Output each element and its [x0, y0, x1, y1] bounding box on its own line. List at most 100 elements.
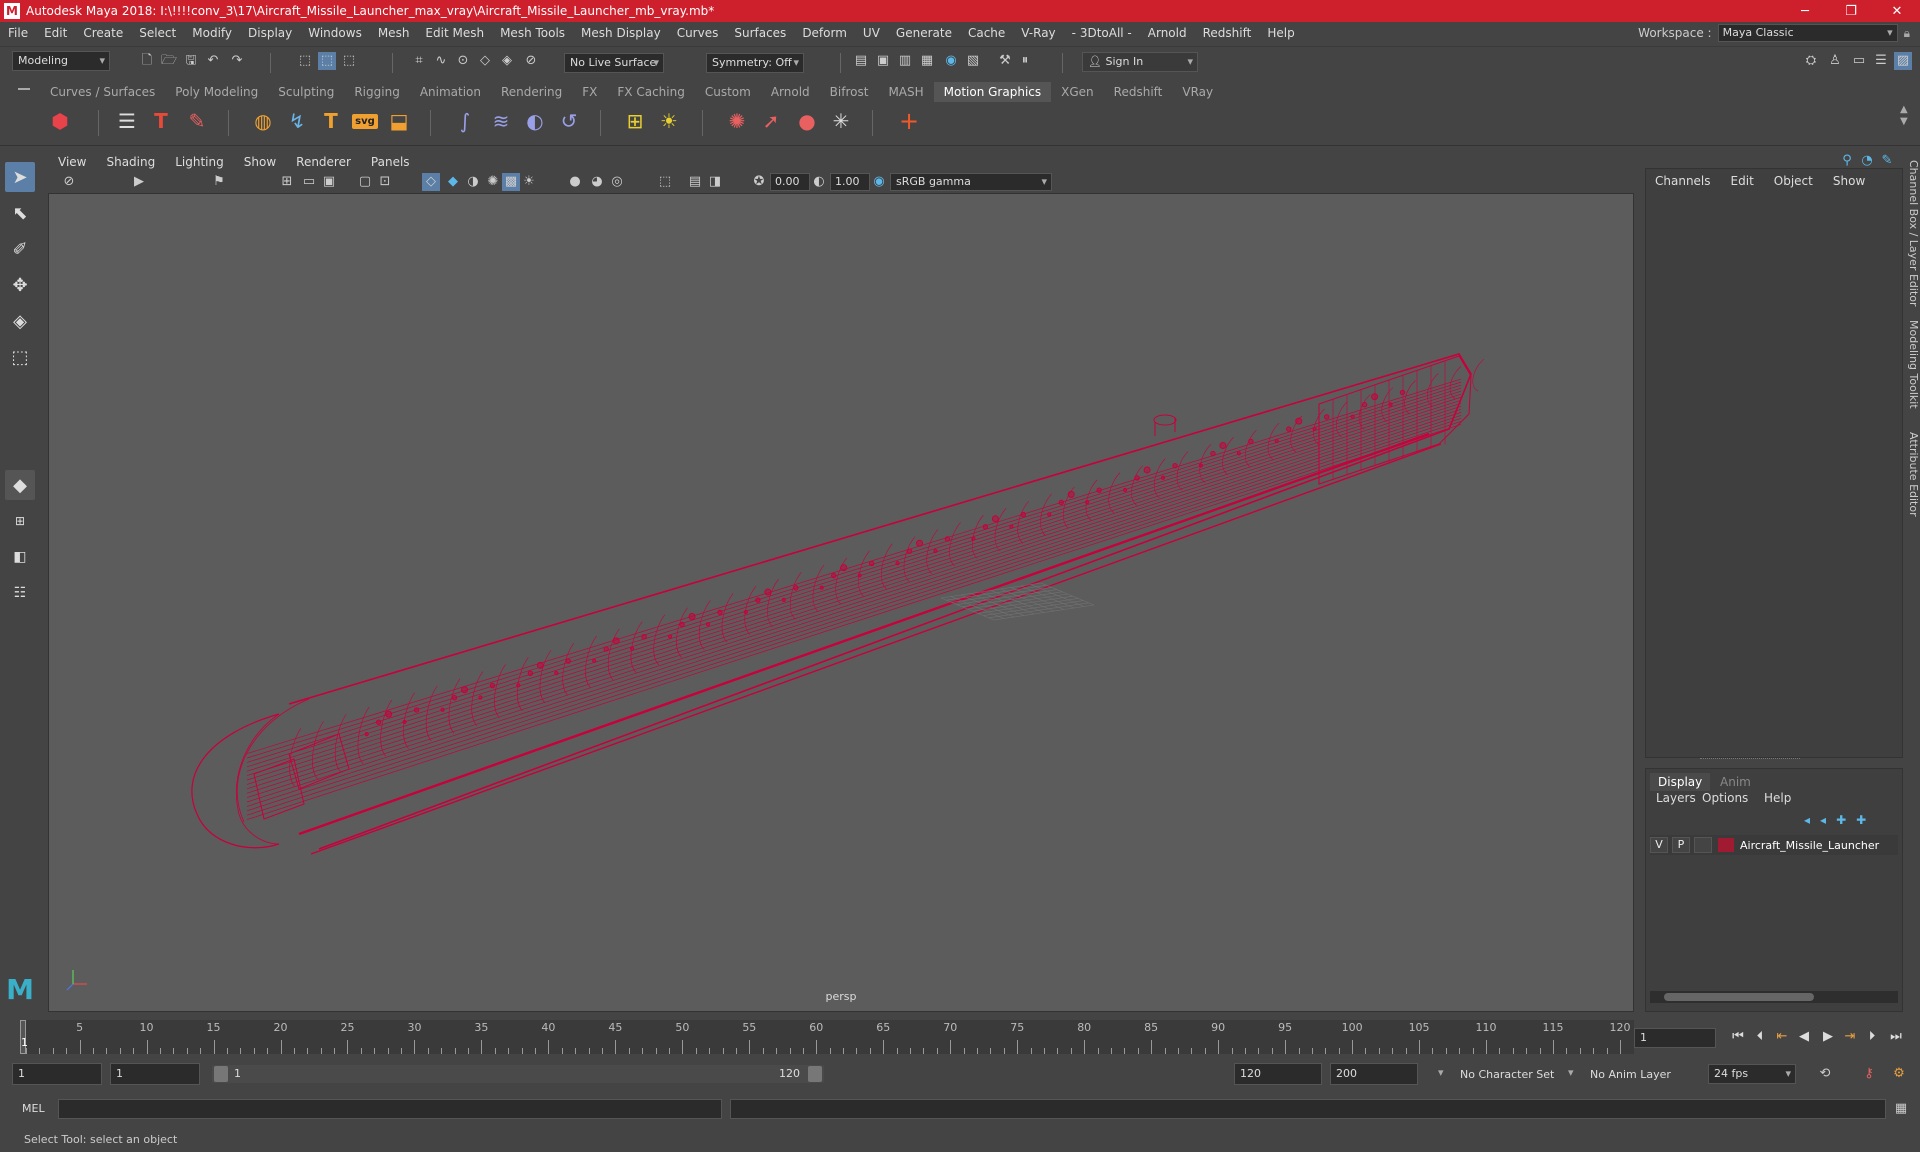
snap-plane-icon[interactable]: ◈	[498, 52, 516, 70]
menu-mesh[interactable]: Mesh	[370, 26, 418, 40]
channel-menu-object[interactable]: Object	[1764, 172, 1823, 190]
vray-ipr-icon[interactable]: ⚒	[996, 52, 1014, 70]
layer-scrollbar-thumb[interactable]	[1664, 993, 1814, 1001]
layers-menu[interactable]: Layers	[1656, 791, 1696, 805]
live-surface-dropdown[interactable]: No Live Surface	[564, 53, 664, 73]
close-button[interactable]: ✕	[1874, 0, 1920, 22]
snap-live-icon[interactable]: ⊘	[522, 52, 540, 70]
start-time-field[interactable]: 1	[12, 1063, 102, 1085]
playback-end-field[interactable]: 120	[1234, 1063, 1322, 1085]
panel-splitter[interactable]	[1700, 758, 1800, 760]
wave-icon[interactable]: ≋	[486, 106, 516, 136]
shelf-tab-redshift[interactable]: Redshift	[1104, 82, 1173, 102]
anim-layer-label[interactable]: No Anim Layer	[1590, 1068, 1671, 1081]
render-view-icon[interactable]: ▤	[852, 52, 870, 70]
tool-settings-icon[interactable]: ☰	[1872, 52, 1890, 70]
layer-color-swatch[interactable]	[1718, 838, 1734, 852]
exposure-field[interactable]: 0.00	[770, 173, 810, 191]
loop-icon[interactable]: ⟲	[1816, 1065, 1834, 1083]
snap-point-icon[interactable]: ⊙	[454, 52, 472, 70]
select-tool-icon[interactable]: ➤	[5, 162, 35, 192]
curve-icon[interactable]: ↯	[282, 106, 312, 136]
shelf-tab-motion-graphics[interactable]: Motion Graphics	[933, 82, 1052, 102]
render-current-icon[interactable]: ▣	[874, 52, 892, 70]
step-back-key-icon[interactable]: ⇤	[1772, 1027, 1792, 1047]
channel-edit-icon[interactable]: ✎	[1878, 152, 1896, 170]
four-pane-icon[interactable]: ⊞	[5, 506, 35, 536]
move-layer-down-icon[interactable]: ◂	[1820, 813, 1826, 827]
menu-windows[interactable]: Windows	[300, 26, 370, 40]
gate-mask-icon[interactable]: ▤	[686, 173, 704, 191]
sign-in-dropdown[interactable]: 👤︎ Sign In	[1082, 52, 1198, 72]
textured-icon[interactable]: ◑	[464, 173, 482, 191]
single-pane-icon[interactable]: ◆	[5, 470, 35, 500]
menu-uv[interactable]: UV	[855, 26, 888, 40]
burst-icon[interactable]: ✳︎	[826, 106, 856, 136]
resolution-gate-icon[interactable]: ▣	[320, 173, 338, 191]
gamma-icon[interactable]: ◐	[810, 173, 828, 191]
shelf-tab-curves-surfaces[interactable]: Curves / Surfaces	[40, 82, 165, 102]
current-frame-field[interactable]: 1	[1634, 1028, 1716, 1048]
ambient-occlusion-icon[interactable]: ☀︎	[520, 173, 538, 191]
playback-start-field[interactable]: 1	[110, 1063, 200, 1085]
range-slider[interactable]: 1 120	[212, 1065, 824, 1083]
image-plane-icon[interactable]: ◨	[706, 173, 724, 191]
layer-playback-toggle[interactable]: P	[1672, 837, 1690, 853]
humanik-icon[interactable]: ♙	[1826, 52, 1844, 70]
lights-icon[interactable]: ✺	[484, 173, 502, 191]
gear-icon[interactable]: ✺	[722, 106, 752, 136]
play-backward-icon[interactable]: ◀	[1794, 1027, 1814, 1047]
hypershade-icon[interactable]: ◉	[942, 52, 960, 70]
go-to-start-icon[interactable]: ⏮︎	[1728, 1027, 1748, 1047]
menu-help[interactable]: Help	[1259, 26, 1302, 40]
select-object-icon[interactable]: ⬚	[318, 52, 336, 70]
shelf-tab-poly-modeling[interactable]: Poly Modeling	[165, 82, 268, 102]
menu-3dtoall[interactable]: - 3DtoAll -	[1064, 26, 1140, 40]
wireframe-icon[interactable]: ◇	[422, 173, 440, 191]
xray-icon[interactable]: ▩	[502, 173, 520, 191]
modeling-toolkit-icon[interactable]: ⛭	[1802, 52, 1820, 70]
time-slider[interactable]: 5 10 15 20 25 30 35 40 45 50 55 60 65 70 75 80 85 90 95 100…	[20, 1020, 1634, 1054]
menu-edit[interactable]: Edit	[36, 26, 75, 40]
fps-dropdown[interactable]: 24 fps	[1708, 1064, 1796, 1084]
sweep-icon[interactable]: ∫	[450, 106, 480, 136]
motion-blur-icon[interactable]: ◕	[588, 173, 606, 191]
select-hierarchy-icon[interactable]: ⬚	[296, 52, 314, 70]
channel-menu-show[interactable]: Show	[1823, 172, 1875, 190]
menu-v-ray[interactable]: V-Ray	[1013, 26, 1063, 40]
shelf-tab-fx-caching[interactable]: FX Caching	[607, 82, 694, 102]
bookmark-icon[interactable]: ⚑	[210, 173, 228, 191]
lock-icon[interactable]: 🔒︎	[1904, 26, 1910, 41]
gamma-field[interactable]: 1.00	[830, 173, 870, 191]
channel-box[interactable]	[1645, 168, 1903, 758]
camera-attributes-icon[interactable]: ▶	[130, 173, 148, 191]
menu-modify[interactable]: Modify	[184, 26, 240, 40]
safe-title-icon[interactable]: ⊡	[376, 173, 394, 191]
anim-layer-icon[interactable]: ▾	[1568, 1066, 1574, 1079]
safe-action-icon[interactable]: ▢	[356, 173, 374, 191]
tab-anim[interactable]: Anim	[1712, 773, 1759, 791]
pause-icon[interactable]: ⏸︎	[1016, 52, 1034, 70]
step-forward-key-icon[interactable]: ⇥	[1840, 1027, 1860, 1047]
range-start-handle[interactable]	[214, 1066, 228, 1082]
layer-scrollbar[interactable]	[1650, 991, 1898, 1003]
menu-surfaces[interactable]: Surfaces	[726, 26, 794, 40]
end-time-field[interactable]: 200	[1330, 1063, 1418, 1085]
menu-curves[interactable]: Curves	[669, 26, 727, 40]
menu-display[interactable]: Display	[240, 26, 300, 40]
plus-icon[interactable]: +	[894, 106, 924, 136]
shelf-tab-fx[interactable]: FX	[572, 82, 607, 102]
script-editor-icon[interactable]: ▦	[1892, 1100, 1910, 1118]
shelf-tab-xgen[interactable]: XGen	[1051, 82, 1104, 102]
shelf-menu-icon[interactable]	[18, 88, 30, 90]
paint-select-icon[interactable]: ✐	[5, 234, 35, 264]
menu-mesh-tools[interactable]: Mesh Tools	[492, 26, 573, 40]
auto-key-icon[interactable]: ⚷	[1860, 1065, 1878, 1083]
shelf-tab-vray[interactable]: VRay	[1172, 82, 1223, 102]
list-icon[interactable]: ☰	[112, 106, 142, 136]
step-back-icon[interactable]: ⏴︎	[1750, 1027, 1770, 1047]
film-gate-icon[interactable]: ▭	[300, 173, 318, 191]
new-scene-icon[interactable]: 🗋︎	[138, 52, 156, 70]
move-tool-icon[interactable]: ✥	[5, 270, 35, 300]
viewport-menu-panels[interactable]: Panels	[361, 155, 420, 169]
